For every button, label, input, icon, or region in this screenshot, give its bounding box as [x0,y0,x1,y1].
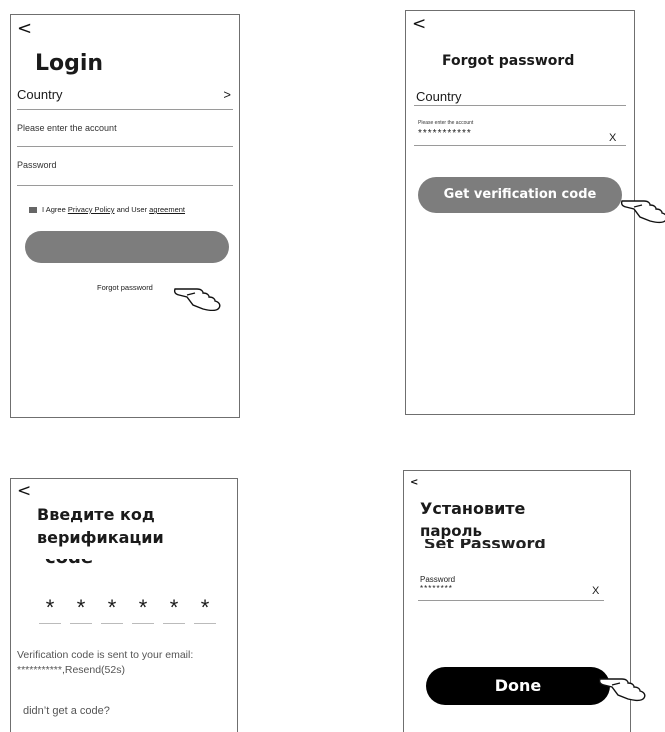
pointing-hand-icon [173,288,221,311]
back-button[interactable]: < [17,18,32,39]
code-digit: * [76,595,86,620]
page-title-overlapped: Set Password [424,539,574,548]
country-label: Country [17,87,63,102]
code-digit: * [169,595,179,620]
login-screen: < Login Country > Please enter the accou… [10,14,240,418]
code-digit: * [45,595,55,620]
done-button[interactable]: Done [426,667,610,705]
country-selector[interactable]: Country [416,89,462,104]
forgot-password-screen: < Forgot password Country Please enter t… [405,10,665,415]
code-digits[interactable]: * * * * * * [39,595,219,625]
get-verification-code-button[interactable]: Get verification code [418,177,622,213]
forgot-password-link[interactable]: Forgot password [97,283,153,292]
password-input[interactable]: Password [17,160,233,170]
resend-link[interactable]: ***********,Resend(52s) [17,664,125,676]
page-title-line-1: Установите [420,499,526,518]
account-input[interactable]: Please enter the account [17,123,233,133]
code-digit: * [200,595,210,620]
code-digit: * [138,595,148,620]
page-title: Login [35,51,104,76]
clear-icon[interactable]: X [609,132,616,144]
login-button[interactable] [25,231,229,263]
page-title-line-2: пароль [420,522,482,540]
password-input[interactable]: ******** [420,584,453,593]
account-input[interactable]: *********** [418,128,472,139]
clear-icon[interactable]: X [592,585,599,597]
password-label: Password [420,575,456,584]
page-title-overlapped: code [45,559,125,568]
page-title-line-2: верификации [37,528,164,547]
agree-checkbox[interactable] [29,207,37,214]
country-selector[interactable]: Country > [17,87,233,107]
agreement-link[interactable]: agreement [149,205,185,214]
back-button[interactable]: < [410,477,418,488]
page-title: Forgot password [442,53,575,69]
privacy-policy-link[interactable]: Privacy Policy [68,205,115,214]
page-title-line-1: Введите код [37,505,155,524]
pointing-hand-icon [598,678,646,702]
chevron-right-icon: > [223,87,231,102]
back-button[interactable]: < [412,14,426,34]
set-password-screen: < Установите пароль Set Password Passwor… [403,470,646,732]
pointing-hand-icon [620,200,665,224]
verification-screen: < Введите код верификации code * * * * *… [10,478,238,732]
agree-row: I Agree Privacy Policy and User agreemen… [29,205,185,214]
back-button[interactable]: < [17,481,31,501]
verification-info-line-1: Verification code is sent to your email: [17,649,194,661]
no-code-link[interactable]: didn’t get a code? [23,705,110,717]
code-digit: * [107,595,117,620]
account-label: Please enter the account [418,120,474,126]
